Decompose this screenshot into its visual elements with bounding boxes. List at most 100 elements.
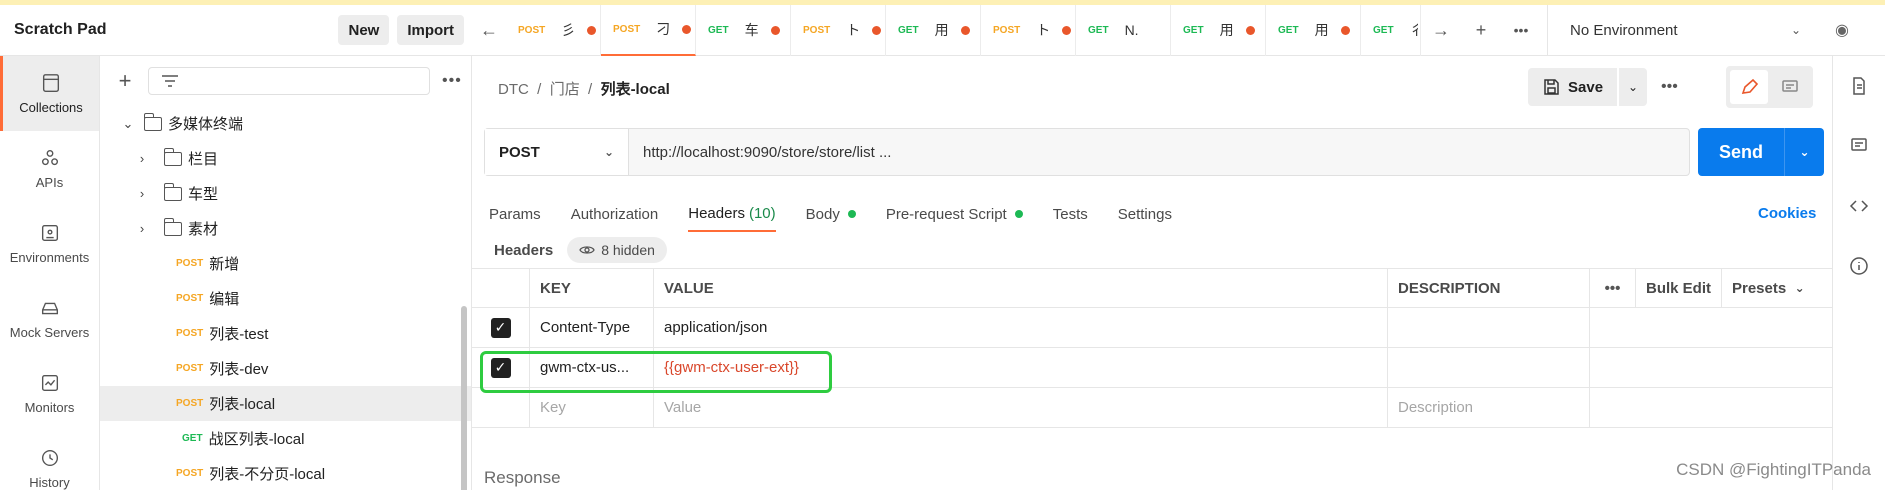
code-icon	[1849, 200, 1869, 212]
request-tab[interactable]: GET N.	[1076, 4, 1171, 56]
tree-request[interactable]: POST 列表-不分页-local	[100, 456, 471, 490]
plus-icon[interactable]: +	[1461, 20, 1501, 41]
environment-select[interactable]: No Environment ⌄	[1547, 4, 1817, 56]
tree-request[interactable]: POST 列表-dev	[100, 351, 471, 386]
request-tab[interactable]: GET 彳	[1361, 4, 1421, 56]
request-tab[interactable]: GET 用	[1266, 4, 1361, 56]
tree-request[interactable]: POST 新增	[100, 246, 471, 281]
send-button[interactable]: Send ⌄	[1698, 128, 1824, 176]
tab-label: Authorization	[570, 205, 659, 223]
tree-folder[interactable]: › 车型	[100, 176, 471, 211]
more-icon[interactable]: •••	[1661, 78, 1678, 96]
request-name: 列表-dev	[209, 361, 269, 378]
cookies-link[interactable]: Cookies	[1758, 196, 1816, 232]
value-placeholder[interactable]: Value	[654, 388, 1388, 427]
checkbox-checked-icon[interactable]: ✓	[490, 317, 511, 338]
breadcrumb-current[interactable]: 列表-local	[601, 81, 670, 98]
save-button[interactable]: Save	[1528, 68, 1618, 106]
header-key[interactable]: Content-Type	[530, 308, 654, 347]
chevron-right-icon[interactable]: ›	[134, 151, 150, 166]
checkbox-checked-icon[interactable]: ✓	[490, 357, 511, 378]
filter-input[interactable]	[148, 67, 430, 95]
import-button[interactable]: Import	[397, 15, 464, 45]
hidden-headers-toggle[interactable]: 8 hidden	[567, 237, 667, 263]
rail-monitors[interactable]: Monitors	[0, 356, 99, 431]
breadcrumb-item[interactable]: 门店	[550, 81, 580, 98]
arrow-right-icon[interactable]: →	[1421, 20, 1461, 41]
url-input[interactable]: http://localhost:9090/store/store/list .…	[629, 144, 891, 161]
tab-params[interactable]: Params	[489, 196, 541, 232]
chevron-right-icon[interactable]: ›	[134, 186, 150, 201]
hidden-count: 8 hidden	[601, 242, 655, 258]
rail-mock-servers[interactable]: Mock Servers	[0, 281, 99, 356]
request-tab[interactable]: GET 用	[1171, 4, 1266, 56]
rail-label: Environments	[9, 250, 90, 265]
arrow-left-icon[interactable]: ←	[472, 20, 506, 41]
rail-environments[interactable]: Environments	[0, 206, 99, 281]
more-icon[interactable]: •••	[1590, 269, 1636, 307]
tree-request-selected[interactable]: POST 列表-local	[100, 386, 471, 421]
rail-collections[interactable]: Collections	[0, 56, 99, 131]
request-tab[interactable]: POST 彡	[506, 4, 601, 56]
method-select[interactable]: POST ⌄	[485, 129, 629, 175]
request-tab[interactable]: POST ト	[981, 4, 1076, 56]
tree-folder[interactable]: › 素材	[100, 211, 471, 246]
description-placeholder[interactable]: Description	[1388, 388, 1590, 427]
chevron-down-icon[interactable]: ⌄	[120, 116, 136, 132]
folder-icon	[163, 217, 182, 236]
header-key[interactable]: gwm-ctx-us...	[530, 348, 654, 387]
tree-scrollbar[interactable]	[461, 306, 467, 490]
header-description[interactable]	[1388, 308, 1590, 347]
header-value[interactable]: {{gwm-ctx-user-ext}}	[654, 348, 1388, 387]
tree-request[interactable]: POST 列表-test	[100, 316, 471, 351]
row-checkbox[interactable]: ✓	[472, 308, 530, 347]
new-button[interactable]: New	[338, 15, 390, 45]
unsaved-dot	[1245, 25, 1255, 35]
presets-dropdown[interactable]: Presets ⌄	[1722, 269, 1832, 307]
tree-folder[interactable]: › 栏目	[100, 141, 471, 176]
rail-label: Mock Servers	[9, 325, 90, 340]
breadcrumb-item[interactable]: DTC	[498, 81, 529, 98]
request-tab[interactable]: GET 车	[696, 4, 791, 56]
header-description[interactable]	[1388, 348, 1590, 387]
tree-request[interactable]: POST 编辑	[100, 281, 471, 316]
tab-body[interactable]: Body	[806, 196, 856, 232]
eye-icon	[579, 246, 595, 254]
add-icon[interactable]: +	[112, 68, 138, 94]
header-value[interactable]: application/json	[654, 308, 1388, 347]
comments-button[interactable]	[1849, 116, 1869, 176]
unsaved-dot	[682, 24, 692, 34]
tab-authorization[interactable]: Authorization	[571, 196, 659, 232]
info-button[interactable]	[1849, 236, 1869, 296]
rail-apis[interactable]: APIs	[0, 131, 99, 206]
rail-history[interactable]: History	[0, 431, 99, 490]
tab-prerequest[interactable]: Pre-request Script	[886, 196, 1023, 232]
more-icon[interactable]: •••	[1501, 22, 1541, 38]
save-dropdown[interactable]: ⌄	[1619, 68, 1648, 106]
row-checkbox[interactable]: ✓	[472, 348, 530, 387]
eye-icon[interactable]: ◉	[1817, 20, 1867, 40]
tab-method: GET	[1088, 24, 1109, 36]
code-button[interactable]	[1849, 176, 1869, 236]
comment-mode[interactable]	[1771, 70, 1809, 104]
rail-label: History	[29, 475, 70, 490]
tab-headers[interactable]: Headers (10)	[688, 196, 776, 232]
tab-settings[interactable]: Settings	[1118, 196, 1172, 232]
request-tab-active[interactable]: POST 刁	[601, 4, 696, 56]
chevron-down-icon[interactable]: ⌄	[1784, 128, 1824, 176]
url-bar: POST ⌄ http://localhost:9090/store/store…	[484, 128, 1690, 176]
tab-name: 用	[934, 22, 949, 38]
chevron-right-icon[interactable]: ›	[134, 221, 150, 236]
request-tab[interactable]: GET 用	[886, 4, 981, 56]
tab-label: Params	[489, 205, 541, 223]
tree-folder[interactable]: ⌄ 多媒体终端	[100, 106, 471, 141]
request-tab[interactable]: POST ト	[791, 4, 886, 56]
documentation-button[interactable]	[1849, 56, 1869, 116]
tab-tests[interactable]: Tests	[1053, 196, 1088, 232]
key-placeholder[interactable]: Key	[530, 388, 654, 427]
more-icon[interactable]: •••	[442, 72, 462, 90]
request-name: 编辑	[209, 291, 240, 308]
edit-mode[interactable]	[1730, 70, 1769, 104]
bulk-edit-button[interactable]: Bulk Edit	[1636, 269, 1722, 307]
tree-request[interactable]: GET 战区列表-local	[100, 421, 471, 456]
